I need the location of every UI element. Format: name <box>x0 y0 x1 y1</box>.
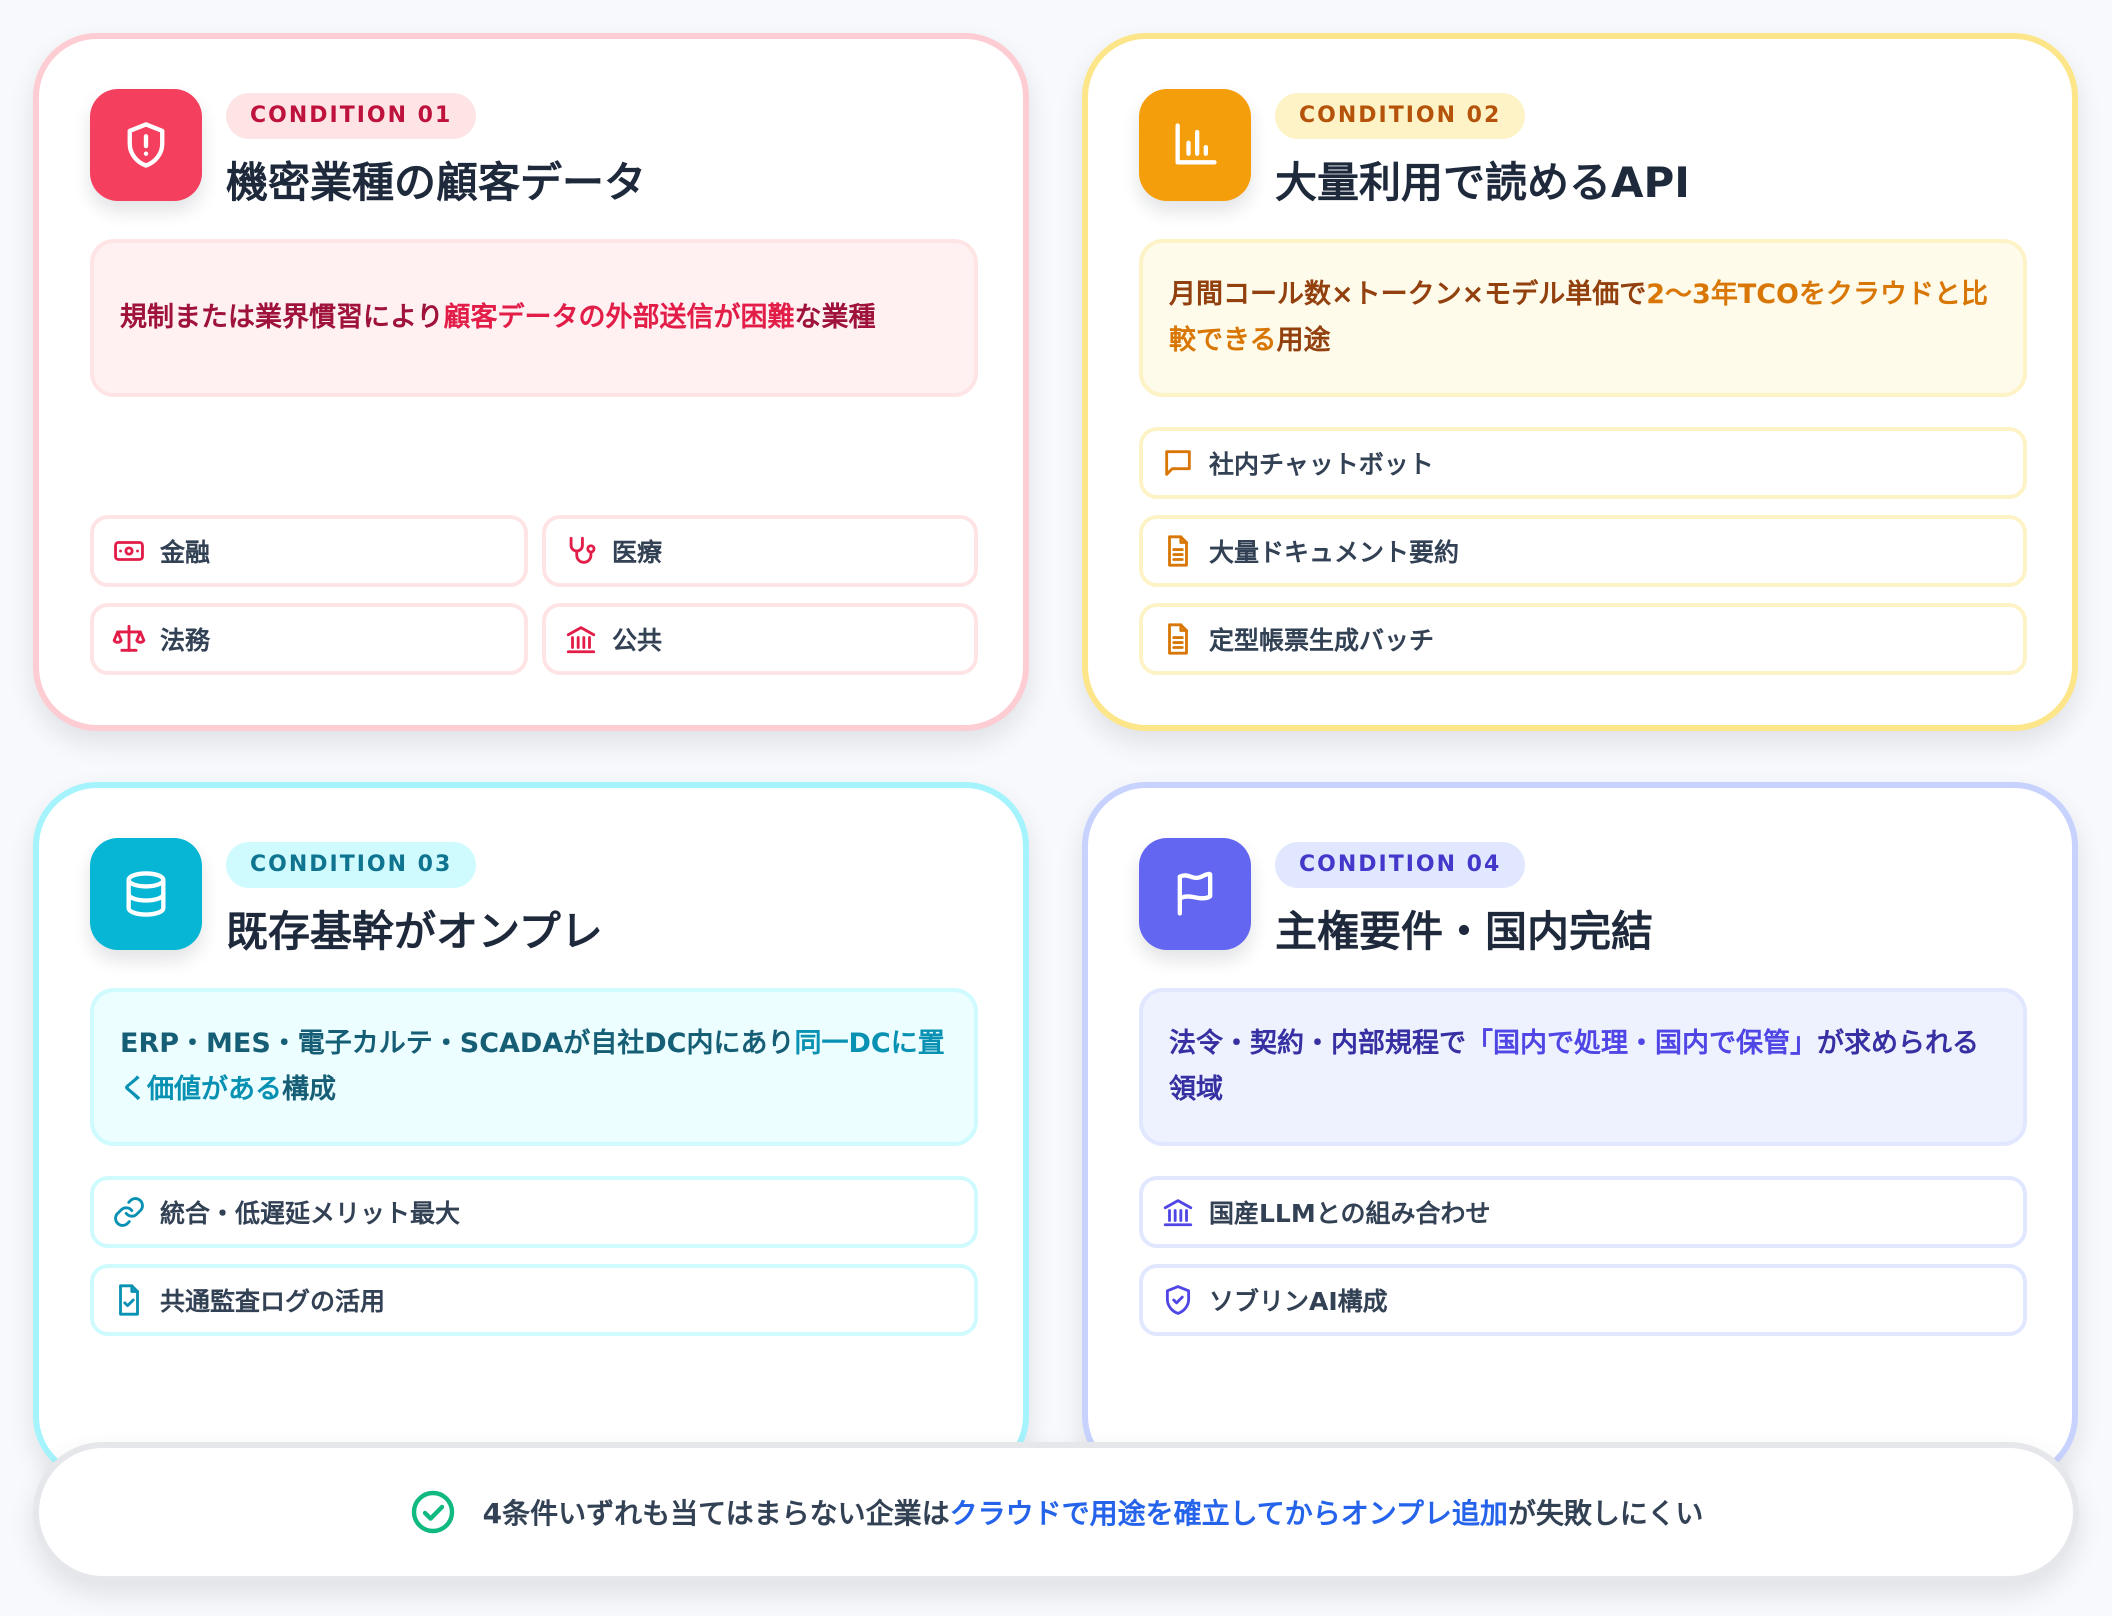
flag-icon <box>1139 838 1251 950</box>
industry-chip-medical: 医療 <box>542 515 978 587</box>
desc-text: ERP・MES・電子カルテ・SCADAが自社DC内にあり <box>120 1028 795 1059</box>
chip-label: 医療 <box>612 538 663 567</box>
card-description: ERP・MES・電子カルテ・SCADAが自社DC内にあり同一DCに置く価値がある… <box>90 988 978 1146</box>
check-circle-icon <box>411 1490 454 1534</box>
condition-card-01: CONDITION 01 機密業種の顧客データ 規制または業界慣習により顧客デー… <box>33 33 1029 731</box>
condition-badge: CONDITION 02 <box>1275 93 1526 139</box>
footer-conclusion: 4条件いずれも当てはまらない企業は クラウドで用途を確立してからオンプレ追加 が失敗… <box>33 1442 2079 1582</box>
desc-text: 構成 <box>282 1074 336 1105</box>
chip-label: 公共 <box>612 626 663 655</box>
condition-badge: CONDITION 01 <box>226 93 477 139</box>
chip-label: 金融 <box>160 538 211 567</box>
footer-text: 4条件いずれも当てはまらない企業は <box>482 1497 950 1530</box>
condition-card-04: CONDITION 04 主権要件・国内完結 法令・契約・内部規程で「国内で処理… <box>1082 782 2078 1480</box>
document-icon <box>1168 535 1188 567</box>
desc-text: 月間コール数×トークン×モデル単価で <box>1169 279 1647 310</box>
card-title: 主権要件・国内完結 <box>1275 907 1654 956</box>
landmark-icon <box>1163 1199 1193 1227</box>
database-icon <box>90 838 202 950</box>
file-check-icon <box>119 1284 139 1316</box>
landmark-icon <box>566 626 596 654</box>
condition-card-03: CONDITION 03 既存基幹がオンプレ ERP・MES・電子カルテ・SCA… <box>33 782 1029 1480</box>
scale-icon <box>112 624 146 652</box>
condition-card-02: CONDITION 02 大量利用で読めるAPI 月間コール数×トークン×モデル… <box>1082 33 2078 731</box>
industry-chip-public: 公共 <box>542 603 978 675</box>
link-icon <box>114 1197 144 1227</box>
chip-label: 統合・低遅延メリット最大 <box>160 1199 461 1228</box>
page: CONDITION 01 機密業種の顧客データ 規制または業界慣習により顧客デー… <box>0 0 2112 1616</box>
banknote-icon <box>114 541 144 561</box>
use-case-chip: 定型帳票生成バッチ <box>1139 603 2027 675</box>
industry-chip-finance: 金融 <box>90 515 528 587</box>
message-icon <box>1165 450 1191 476</box>
desc-highlight: 顧客データの外部送信が困難 <box>443 302 795 333</box>
footer-text: が失敗しにくい <box>1507 1497 1704 1530</box>
card-description: 法令・契約・内部規程で「国内で処理・国内で保管」が求められる領域 <box>1139 988 2027 1146</box>
chip-label: ソブリンAI構成 <box>1209 1287 1388 1316</box>
card-description: 規制または業界慣習により顧客データの外部送信が困難な業種 <box>90 239 978 397</box>
condition-badge: CONDITION 04 <box>1275 842 1526 888</box>
industry-chip-legal: 法務 <box>90 603 528 675</box>
card-header: CONDITION 04 主権要件・国内完結 <box>1139 838 2021 988</box>
card-title: 大量利用で読めるAPI <box>1275 158 1690 207</box>
use-case-chip: 社内チャットボット <box>1139 427 2027 499</box>
card-header: CONDITION 03 既存基幹がオンプレ <box>90 838 972 988</box>
card-description: 月間コール数×トークン×モデル単価で2〜3年TCOをクラウドと比較できる用途 <box>1139 239 2027 397</box>
chip-label: 定型帳票生成バッチ <box>1209 626 1435 655</box>
use-case-chip: 大量ドキュメント要約 <box>1139 515 2027 587</box>
benefit-chip: 共通監査ログの活用 <box>90 1264 978 1336</box>
card-header: CONDITION 02 大量利用で読めるAPI <box>1139 89 2021 239</box>
chip-label: 法務 <box>160 626 211 655</box>
condition-badge: CONDITION 03 <box>226 842 477 888</box>
document-icon <box>1168 623 1188 655</box>
shield-check-icon <box>1165 1285 1191 1315</box>
benefit-chip: 統合・低遅延メリット最大 <box>90 1176 978 1248</box>
chip-label: 共通監査ログの活用 <box>160 1287 386 1316</box>
footer-highlight: クラウドで用途を確立してからオンプレ追加 <box>949 1497 1508 1530</box>
option-chip: 国産LLMとの組み合わせ <box>1139 1176 2027 1248</box>
chip-label: 社内チャットボット <box>1209 450 1434 479</box>
shield-alert-icon <box>90 89 202 201</box>
desc-text: 法令・契約・内部規程で <box>1169 1028 1466 1059</box>
desc-text: な業種 <box>794 302 876 333</box>
card-title: 機密業種の顧客データ <box>226 158 647 207</box>
bar-chart-icon <box>1139 89 1251 201</box>
chip-label: 大量ドキュメント要約 <box>1209 538 1460 567</box>
desc-text: 規制または業界慣習により <box>120 302 444 333</box>
desc-highlight: 「国内で処理・国内で保管」 <box>1466 1028 1817 1059</box>
chip-label: 国産LLMとの組み合わせ <box>1209 1199 1491 1228</box>
card-header: CONDITION 01 機密業種の顧客データ <box>90 89 972 239</box>
stethoscope-icon <box>569 536 596 564</box>
desc-text: 用途 <box>1276 325 1331 356</box>
card-title: 既存基幹がオンプレ <box>226 907 603 956</box>
option-chip: ソブリンAI構成 <box>1139 1264 2027 1336</box>
